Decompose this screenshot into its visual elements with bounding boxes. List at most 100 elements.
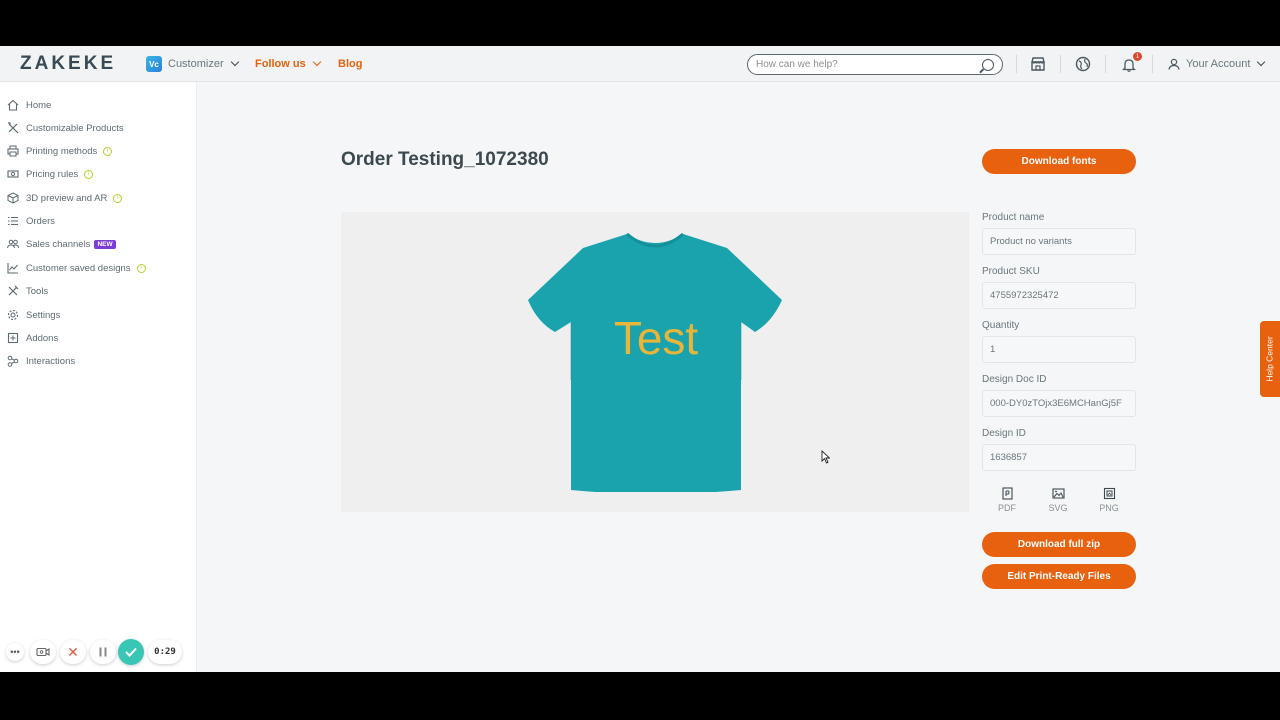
follow-us-label: Follow us — [255, 58, 306, 70]
download-full-zip-button[interactable]: Download full zip — [982, 532, 1136, 557]
info-icon[interactable]: i — [113, 193, 123, 203]
customizer-app-icon: Vc — [146, 56, 162, 72]
chart-icon — [7, 263, 18, 274]
download-fonts-button[interactable]: Download fonts — [982, 149, 1136, 174]
interactions-icon — [7, 355, 19, 367]
sidebar-item-label: 3D preview and AR — [26, 192, 108, 204]
divider — [1105, 55, 1106, 73]
quantity-field[interactable]: 1 — [982, 336, 1136, 363]
sidebar-item-home[interactable]: Home — [7, 97, 51, 113]
edit-print-ready-files-button[interactable]: Edit Print-Ready Files — [982, 564, 1136, 589]
search-box[interactable] — [747, 54, 1003, 75]
blog-link[interactable]: Blog — [338, 46, 362, 82]
info-icon[interactable]: i — [103, 146, 113, 156]
sidebar-item-label: Customizable Products — [26, 122, 124, 134]
sidebar-item-label: Sales channels — [26, 238, 91, 250]
chevron-down-icon — [230, 57, 239, 67]
sidebar-item-customer-saved-designs[interactable]: Customer saved designs i — [7, 260, 146, 276]
follow-us-dropdown[interactable]: Follow us — [255, 46, 321, 82]
search-icon[interactable] — [982, 58, 994, 71]
pdf-label: PDF — [998, 503, 1016, 513]
image-icon — [1051, 488, 1065, 499]
sidebar-item-interactions[interactable]: Interactions — [7, 353, 75, 369]
chevron-down-icon — [1257, 57, 1266, 67]
tools-icon — [8, 122, 19, 134]
product-preview: Test — [341, 212, 969, 512]
sidebar-item-pricing-rules[interactable]: Pricing rules i — [7, 166, 94, 182]
people-icon — [7, 239, 19, 249]
help-center-label: Help Center — [1265, 336, 1276, 382]
customizer-label: Customizer — [168, 58, 224, 70]
recorder-finish-button[interactable] — [118, 639, 144, 665]
sidebar-item-customizable-products[interactable]: Customizable Products — [7, 120, 124, 136]
globe-icon[interactable] — [1074, 55, 1092, 73]
sidebar-item-3d-preview[interactable]: 3D preview and AR i — [7, 190, 123, 206]
sidebar-item-label: Settings — [26, 309, 61, 321]
sidebar-item-addons[interactable]: Addons — [7, 330, 58, 346]
download-svg-button[interactable]: SVG — [1040, 487, 1076, 513]
addon-icon — [7, 332, 19, 344]
bell-icon[interactable]: 1 — [1120, 52, 1142, 73]
quantity-label: Quantity — [982, 320, 1020, 331]
recorder-cancel-button[interactable]: ✕ — [60, 640, 86, 664]
printer-icon — [7, 145, 19, 157]
pause-icon — [99, 647, 107, 657]
home-icon — [7, 99, 19, 111]
divider — [1060, 55, 1061, 73]
svg-label: SVG — [1048, 503, 1068, 513]
info-icon[interactable]: i — [84, 169, 94, 179]
close-icon: ✕ — [67, 643, 79, 660]
store-icon[interactable] — [1029, 55, 1047, 73]
sidebar-item-orders[interactable]: Orders — [7, 213, 55, 229]
mouse-cursor-icon — [821, 450, 830, 464]
account-dropdown[interactable]: Your Account — [1168, 46, 1266, 82]
recorder-pause-button[interactable] — [90, 640, 116, 664]
divider — [1016, 55, 1017, 73]
recorder-camera-button[interactable] — [30, 640, 56, 664]
sidebar-item-label: Tools — [26, 285, 49, 297]
product-sku-field[interactable]: 4755972325472 — [982, 282, 1136, 309]
cube-icon — [7, 192, 19, 204]
recorder-timer: 0:29 — [148, 640, 182, 664]
product-name-field[interactable]: Product no variants — [982, 228, 1136, 255]
sidebar-item-label: Customer saved designs — [26, 262, 131, 274]
search-input[interactable] — [756, 59, 982, 70]
sidebar-item-settings[interactable]: Settings — [7, 307, 60, 323]
shirt-print-text: Test — [614, 312, 699, 364]
notification-count-badge: 1 — [1133, 52, 1142, 61]
account-label: Your Account — [1186, 58, 1251, 70]
sidebar-item-label: Interactions — [26, 355, 76, 367]
sidebar-item-label: Orders — [26, 215, 56, 227]
more-dots-icon: ••• — [10, 647, 20, 657]
help-center-tab[interactable]: Help Center — [1260, 321, 1280, 397]
sidebar-item-label: Pricing rules — [26, 168, 79, 180]
money-icon — [7, 170, 19, 178]
png-image-icon — [1103, 487, 1115, 500]
download-pdf-button[interactable]: PDF — [989, 487, 1025, 513]
sidebar-item-label: Home — [26, 99, 52, 111]
design-id-field[interactable]: 1636857 — [982, 444, 1136, 471]
customizer-dropdown[interactable]: Vc Customizer — [146, 46, 239, 82]
check-icon — [125, 647, 137, 657]
sidebar-item-label: Addons — [26, 332, 59, 344]
design-doc-id-label: Design Doc ID — [982, 374, 1047, 385]
product-sku-label: Product SKU — [982, 266, 1040, 277]
tshirt-image: Test — [528, 232, 782, 492]
info-icon[interactable]: i — [136, 263, 146, 273]
sidebar-item-label: Printing methods — [26, 145, 98, 157]
gear-icon — [7, 309, 19, 321]
recorder-more-button[interactable]: ••• — [6, 643, 24, 661]
sidebar-item-sales-channels[interactable]: Sales channels NEW — [7, 236, 116, 252]
app-window: ZAKEKE Vc Customizer Follow us Blog 1 — [0, 46, 1280, 672]
design-doc-id-field[interactable]: 000-DY0zTOjx3E6MCHanGj5F — [982, 390, 1136, 417]
sidebar-item-printing-methods[interactable]: Printing methods i — [7, 143, 113, 159]
page-title: Order Testing_1072380 — [341, 149, 549, 170]
sidebar-item-tools[interactable]: Tools — [7, 283, 48, 299]
download-png-button[interactable]: PNG — [1091, 487, 1127, 513]
wrench-icon — [8, 285, 19, 296]
new-badge: NEW — [94, 239, 116, 249]
png-label: PNG — [1099, 503, 1119, 513]
list-icon — [8, 216, 18, 226]
design-id-label: Design ID — [982, 428, 1026, 439]
zakeke-logo[interactable]: ZAKEKE — [20, 53, 116, 75]
